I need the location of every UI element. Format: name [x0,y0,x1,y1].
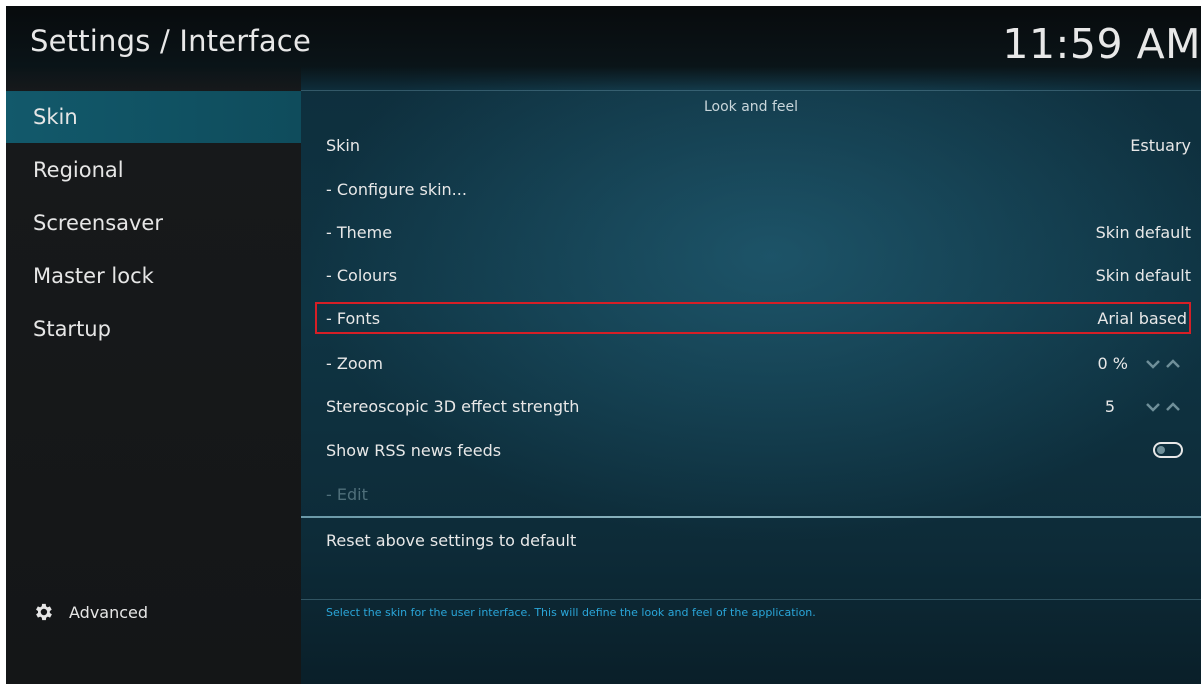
setting-label: - Configure skin... [326,180,467,199]
sidebar-item-skin[interactable]: Skin [6,91,301,143]
setting-row-theme[interactable]: - Theme Skin default [326,216,1191,250]
setting-row-show-rss[interactable]: Show RSS news feeds [326,434,1191,468]
setting-description: Select the skin for the user interface. … [326,606,816,619]
header-divider [301,90,1201,91]
sidebar-item-regional[interactable]: Regional [6,144,301,196]
clock: 11:59 AM [1002,20,1201,68]
advanced-settings-button[interactable]: Advanced [32,598,148,626]
setting-label: Stereoscopic 3D effect strength [326,397,580,416]
sidebar-item-screensaver[interactable]: Screensaver [6,197,301,249]
spinner-arrows-icon[interactable] [1145,401,1183,413]
setting-label: - Theme [326,223,393,242]
spinner-arrows-icon[interactable] [1145,358,1183,370]
sidebar-item-master-lock[interactable]: Master lock [6,250,301,302]
setting-label: - Colours [326,266,398,285]
gear-icon [36,603,52,621]
header-bar: Settings / Interface 11:59 AM [6,6,1201,92]
section-title: Look and feel [703,99,799,115]
setting-row-zoom[interactable]: - Zoom 0 % [326,347,1191,381]
setting-label: Show RSS news feeds [326,441,502,460]
setting-value: 5 [1104,397,1115,416]
setting-label: Skin [326,136,361,155]
toggle-knob [1157,446,1165,454]
reset-settings-button[interactable]: Reset above settings to default [326,524,1191,558]
setting-row-skin[interactable]: Skin Estuary [326,129,1191,163]
setting-row-stereoscopic-strength[interactable]: Stereoscopic 3D effect strength 5 [326,390,1191,424]
setting-row-colours[interactable]: - Colours Skin default [326,259,1191,293]
advanced-label: Advanced [69,602,149,622]
setting-value: Arial based [1097,309,1187,328]
footer-divider [301,599,1201,600]
setting-value: Skin default [1095,266,1191,285]
setting-row-edit: - Edit [326,478,1191,512]
rss-toggle[interactable] [1153,442,1183,458]
page-title: Settings / Interface [30,24,311,58]
setting-value: Estuary [1130,136,1191,155]
sidebar: Skin Regional Screensaver Master lock St… [6,6,301,684]
setting-label: - Zoom [326,354,383,373]
list-divider [301,516,1201,518]
setting-label: - Edit [326,485,368,504]
setting-value: 0 % [1097,354,1128,373]
reset-label: Reset above settings to default [326,531,577,550]
kodi-settings-window: Skin Regional Screensaver Master lock St… [6,6,1201,684]
sidebar-item-startup[interactable]: Startup [6,303,301,355]
setting-label: - Fonts [326,309,381,328]
setting-value: Skin default [1095,223,1191,242]
setting-row-fonts[interactable]: - Fonts Arial based [326,302,1191,336]
setting-row-configure-skin[interactable]: - Configure skin... [326,173,1191,207]
